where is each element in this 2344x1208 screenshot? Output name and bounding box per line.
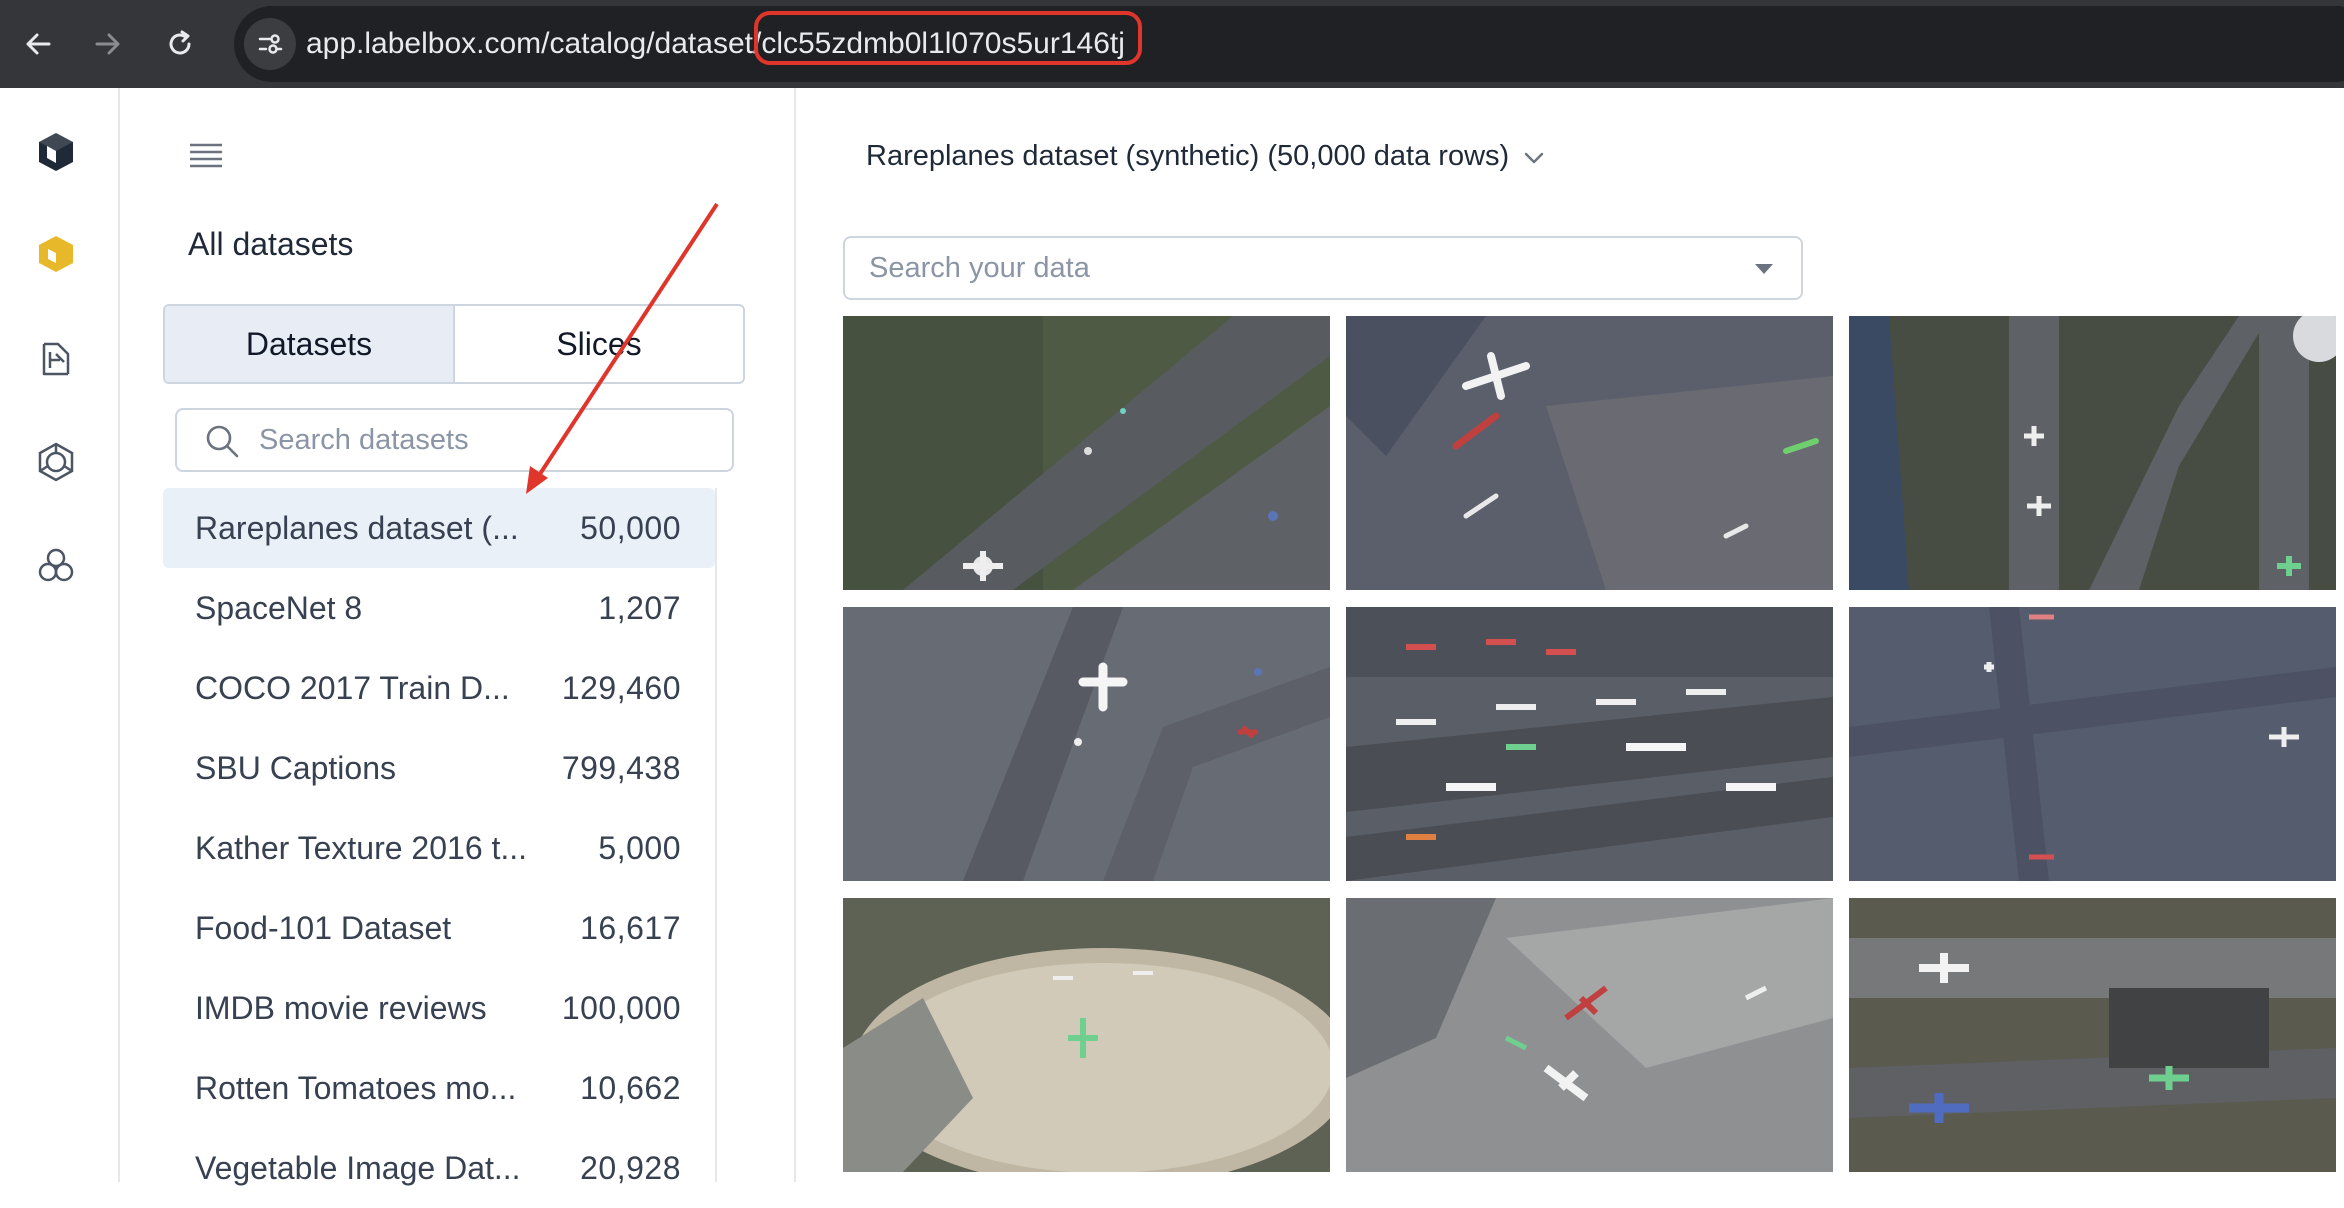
aerial-image [1346, 316, 1833, 590]
chevron-down-icon [1523, 140, 1545, 173]
tab-datasets[interactable]: Datasets [165, 306, 455, 382]
list-view-icon[interactable] [186, 138, 226, 174]
dataset-count: 50,000 [580, 509, 681, 546]
labelbox-logo-icon[interactable] [30, 126, 82, 178]
search-icon [203, 422, 241, 460]
data-row-thumbnail[interactable] [1849, 316, 2336, 590]
aerial-image [843, 316, 1330, 590]
dataset-count: 1,207 [598, 589, 681, 626]
dataset-row-spacenet[interactable]: SpaceNet 8 1,207 [163, 568, 715, 648]
dataset-row-coco[interactable]: COCO 2017 Train D... 129,460 [163, 648, 715, 728]
data-row-thumbnail[interactable] [843, 316, 1330, 590]
url-prefix: app.labelbox.com/catalog/dataset/ [306, 27, 762, 60]
all-datasets-heading: All datasets [188, 226, 354, 262]
aerial-image [1346, 898, 1833, 1172]
data-row-thumbnail[interactable] [1849, 607, 2336, 881]
dataset-row-imdb[interactable]: IMDB movie reviews 100,000 [163, 968, 715, 1048]
search-datasets-placeholder: Search datasets [259, 424, 469, 456]
dataset-row-food101[interactable]: Food-101 Dataset 16,617 [163, 888, 715, 968]
caret-down-icon [1755, 264, 1773, 274]
forward-icon[interactable] [82, 18, 134, 70]
dataset-id-highlight-annotation [754, 11, 1142, 65]
dataset-row-vegetable[interactable]: Vegetable Image Dat... 20,928 [163, 1128, 715, 1208]
aerial-image [1849, 898, 2336, 1172]
browser-toolbar: app.labelbox.com/catalog/dataset/clc55zd… [0, 0, 2344, 88]
model-icon[interactable] [30, 436, 82, 488]
dataset-row-rotten-tomatoes[interactable]: Rotten Tomatoes mo... 10,662 [163, 1048, 715, 1128]
dataset-title: Rareplanes dataset (synthetic) (50,000 d… [866, 140, 1510, 172]
dataset-count: 100,000 [561, 989, 681, 1026]
dataset-name: Kather Texture 2016 t... [195, 829, 528, 866]
catalog-icon[interactable] [30, 228, 82, 280]
data-row-thumbnail[interactable] [843, 607, 1330, 881]
workflows-icon[interactable] [30, 540, 82, 592]
dataset-count: 799,438 [561, 749, 681, 786]
data-row-thumbnail[interactable] [1346, 607, 1833, 881]
dataset-row-kather[interactable]: Kather Texture 2016 t... 5,000 [163, 808, 715, 888]
dataset-count: 20,928 [580, 1149, 681, 1186]
dataset-list: Rareplanes dataset (... 50,000 SpaceNet … [163, 488, 715, 1208]
dataset-list-scrollbar[interactable] [715, 488, 717, 1182]
reload-icon[interactable] [154, 18, 206, 70]
dataset-name: SBU Captions [195, 749, 396, 786]
search-datasets-input[interactable]: Search datasets [175, 408, 734, 472]
aerial-image [1346, 607, 1833, 881]
data-row-thumbnail[interactable] [1849, 898, 2336, 1172]
dataset-title-selector[interactable]: Rareplanes dataset (synthetic) (50,000 d… [866, 140, 1545, 173]
site-settings-icon[interactable] [244, 18, 296, 70]
dataset-row-sbu[interactable]: SBU Captions 799,438 [163, 728, 715, 808]
tab-slices[interactable]: Slices [455, 306, 743, 382]
dataset-name: COCO 2017 Train D... [195, 669, 510, 706]
dataset-count: 16,617 [580, 909, 681, 946]
dataset-count: 129,460 [561, 669, 681, 706]
dataset-name: IMDB movie reviews [195, 989, 487, 1026]
aerial-image [843, 898, 1330, 1172]
search-data-input[interactable]: Search your data [843, 236, 1803, 300]
dataset-name: Rareplanes dataset (... [195, 509, 519, 546]
annotate-icon[interactable] [30, 332, 82, 384]
aerial-image [1849, 316, 2336, 590]
aerial-image [843, 607, 1330, 881]
dataset-row-rareplanes[interactable]: Rareplanes dataset (... 50,000 [163, 488, 715, 568]
dataset-count: 10,662 [580, 1069, 681, 1106]
data-row-thumbnail[interactable] [1346, 898, 1833, 1172]
datasets-slices-toggle: Datasets Slices [163, 304, 745, 384]
dataset-name: SpaceNet 8 [195, 589, 363, 626]
app-rail [0, 88, 120, 1182]
search-data-placeholder: Search your data [869, 252, 1090, 284]
dataset-count: 5,000 [598, 829, 681, 866]
dataset-name: Vegetable Image Dat... [195, 1149, 521, 1186]
aerial-image [1849, 607, 2336, 881]
data-row-thumbnail[interactable] [1346, 316, 1833, 590]
back-icon[interactable] [12, 18, 64, 70]
data-row-thumbnail[interactable] [843, 898, 1330, 1172]
dataset-name: Rotten Tomatoes mo... [195, 1069, 517, 1106]
dataset-name: Food-101 Dataset [195, 909, 452, 946]
